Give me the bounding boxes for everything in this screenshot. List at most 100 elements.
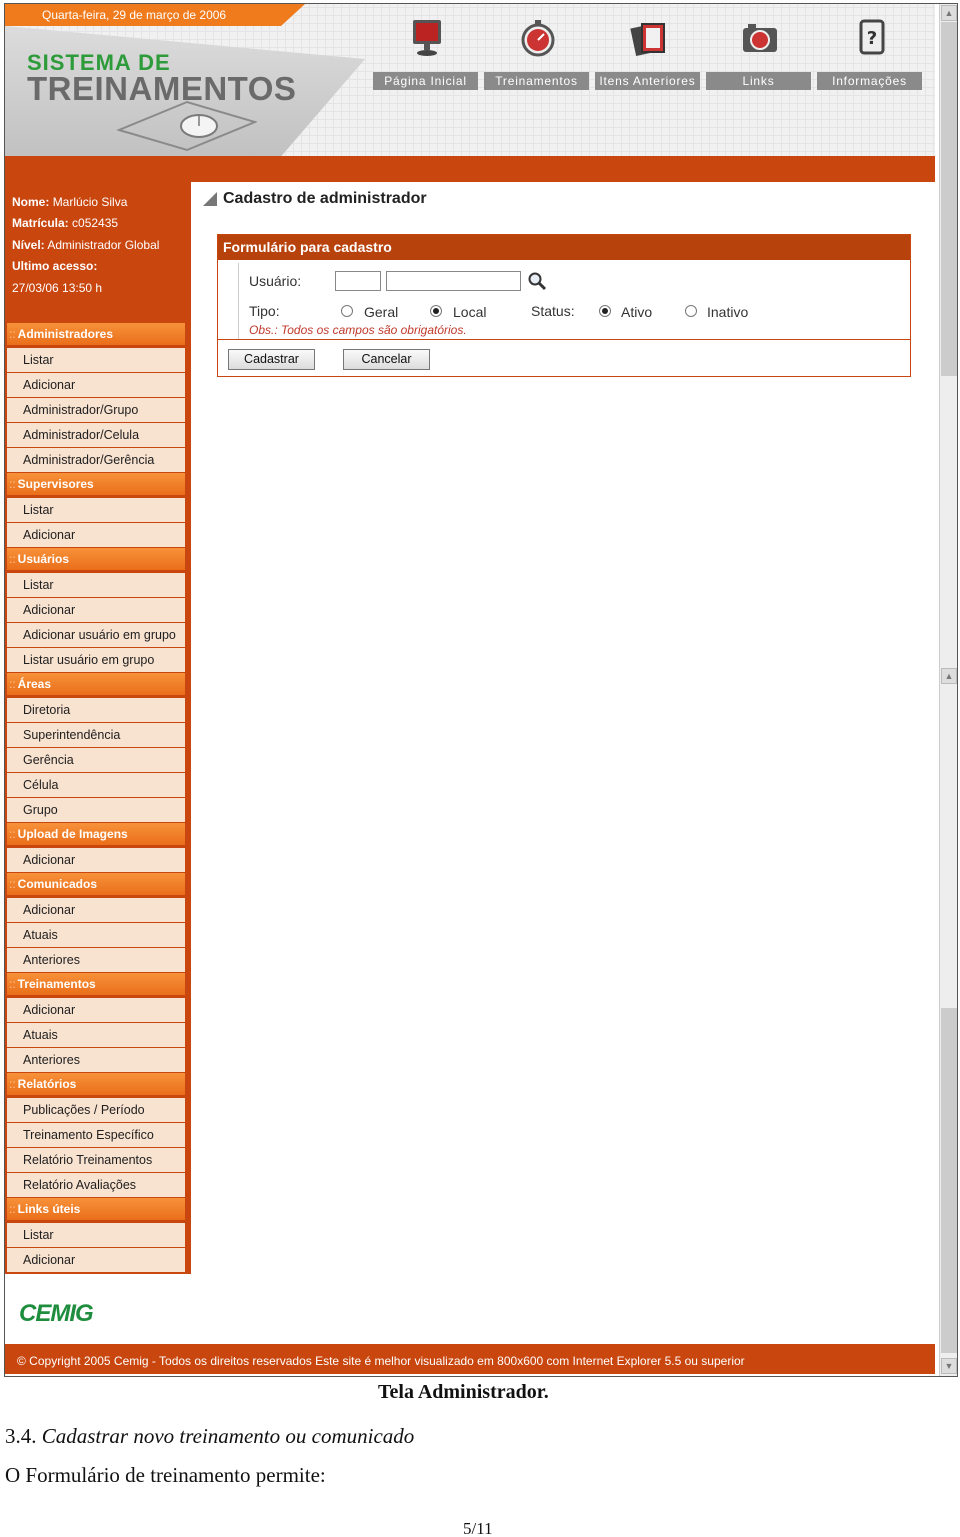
user-name: Marlúcio Silva xyxy=(52,195,128,209)
section-heading: 3.4. Cadastrar novo treinamento ou comun… xyxy=(5,1424,414,1449)
cards-icon xyxy=(630,23,665,56)
section-prefix: :: xyxy=(9,1202,16,1216)
tipo-local-radio[interactable] xyxy=(430,305,442,317)
section-title: Comunicados xyxy=(17,877,98,891)
tipo-label: Tipo: xyxy=(249,303,280,319)
user-id: c052435 xyxy=(72,216,119,231)
sidebar-section-header[interactable]: :: Treinamentos xyxy=(7,973,185,995)
date-strip: Quarta-feira, 29 de março de 2006 xyxy=(5,4,305,26)
sidebar-section-header[interactable]: :: Usuários xyxy=(7,548,185,570)
nav-informacoes[interactable]: ? Informações xyxy=(815,14,926,90)
sidebar-item[interactable]: Adicionar xyxy=(7,1248,185,1272)
sidebar-section-header[interactable]: :: Relatórios xyxy=(7,1073,185,1095)
status-inativo-label[interactable]: Inativo xyxy=(707,304,748,320)
nav-label: Links xyxy=(706,72,811,90)
usuario-code-input[interactable] xyxy=(335,271,381,291)
monitor-icon xyxy=(413,20,441,56)
sidebar-item[interactable]: Listar xyxy=(7,1223,185,1247)
nav-label: Informações xyxy=(817,72,922,90)
cancelar-button[interactable]: Cancelar xyxy=(343,349,430,370)
scroll-up-icon[interactable]: ▲ xyxy=(941,5,957,21)
sidebar-section-header[interactable]: :: Comunicados xyxy=(7,873,185,895)
title-marker-icon xyxy=(203,192,217,206)
user-info: Nome: Marlúcio Silva Matrícula: c052435 … xyxy=(12,192,159,299)
required-fields-note: Obs.: Todos os campos são obrigatórios. xyxy=(249,323,467,337)
form-title: Formulário para cadastro xyxy=(218,235,910,260)
page-number: 5/11 xyxy=(463,1519,493,1537)
sidebar-item[interactable]: Administrador/Gerência xyxy=(7,448,185,472)
scroll-down-icon[interactable]: ▼ xyxy=(941,1358,957,1374)
sidebar-item[interactable]: Diretoria xyxy=(7,698,185,722)
nav-itens-anteriores[interactable]: Itens Anteriores xyxy=(593,14,704,90)
sidebar-item[interactable]: Listar xyxy=(7,348,185,372)
figure-caption: Tela Administrador. xyxy=(378,1381,549,1403)
section-title: Relatórios xyxy=(17,1077,77,1091)
sidebar-item[interactable]: Listar xyxy=(7,573,185,597)
sidebar-item[interactable]: Gerência xyxy=(7,748,185,772)
form-body: Usuário: Tipo: Geral Local Status: Ativo… xyxy=(238,263,906,339)
help-book-icon: ? xyxy=(859,19,885,55)
sidebar-item[interactable]: Superintendência xyxy=(7,723,185,747)
sidebar-item[interactable]: Administrador/Grupo xyxy=(7,398,185,422)
sidebar-item[interactable]: Adicionar xyxy=(7,998,185,1022)
nav-pagina-inicial[interactable]: Página Inicial xyxy=(371,14,482,90)
nav-links[interactable]: Links xyxy=(704,14,815,90)
sidebar-section-header[interactable]: :: Supervisores xyxy=(7,473,185,495)
registration-form: Formulário para cadastro Usuário: Tipo: … xyxy=(217,234,911,377)
section-title: Links úteis xyxy=(17,1202,81,1216)
copyright-text: © Copyright 2005 Cemig - Todos os direit… xyxy=(17,1354,745,1368)
usuario-name-input[interactable] xyxy=(386,271,521,291)
nav-label: Página Inicial xyxy=(373,72,478,90)
sidebar-item[interactable]: Anteriores xyxy=(7,1048,185,1072)
current-date: Quarta-feira, 29 de março de 2006 xyxy=(42,8,227,22)
sidebar-item[interactable]: Célula xyxy=(7,773,185,797)
vertical-scrollbar[interactable]: ▲ ▲ ▼ xyxy=(939,4,957,1376)
sidebar-item[interactable]: Adicionar xyxy=(7,848,185,872)
cadastrar-button[interactable]: Cadastrar xyxy=(228,349,315,370)
nav-treinamentos[interactable]: Treinamentos xyxy=(482,14,593,90)
sidebar-item[interactable]: Grupo xyxy=(7,798,185,822)
sidebar-item[interactable]: Adicionar usuário em grupo xyxy=(7,623,185,647)
sidebar-item[interactable]: Adicionar xyxy=(7,373,185,397)
sidebar-item[interactable]: Adicionar xyxy=(7,598,185,622)
cemig-logo: CEMIG xyxy=(19,1300,94,1327)
status-inativo-radio[interactable] xyxy=(685,305,697,317)
sidebar-item[interactable]: Adicionar xyxy=(7,898,185,922)
status-ativo-label[interactable]: Ativo xyxy=(621,304,652,320)
sidebar-item[interactable]: Relatório Treinamentos xyxy=(7,1148,185,1172)
section-title: Usuários xyxy=(17,552,70,566)
sidebar-section-header[interactable]: :: Upload de Imagens xyxy=(7,823,185,845)
scrollbar-track-lower[interactable] xyxy=(941,1008,957,1353)
sidebar-item[interactable]: Relatório Avaliações xyxy=(7,1173,185,1197)
id-label: Matrícula: xyxy=(12,216,69,231)
nav-label: Treinamentos xyxy=(484,72,589,90)
last-access-label: Ultimo acesso: xyxy=(12,259,98,274)
section-prefix: :: xyxy=(9,677,16,691)
tipo-local-label[interactable]: Local xyxy=(453,304,486,320)
sidebar-item[interactable]: Atuais xyxy=(7,923,185,947)
section-title: Treinamentos xyxy=(17,977,96,991)
svg-text:?: ? xyxy=(867,28,877,49)
sidebar-section-header[interactable]: :: Administradores xyxy=(7,323,185,345)
search-icon[interactable] xyxy=(527,271,547,291)
mouse-icon xyxy=(117,100,257,152)
sidebar-item[interactable]: Treinamento Específico xyxy=(7,1123,185,1147)
sidebar-item[interactable]: Listar usuário em grupo xyxy=(7,648,185,672)
scrollbar-track-upper[interactable] xyxy=(941,22,957,376)
sidebar-section-header[interactable]: :: Links úteis xyxy=(7,1198,185,1220)
last-access-value: 27/03/06 13:50 h xyxy=(12,280,103,295)
status-ativo-radio[interactable] xyxy=(599,305,611,317)
sidebar-item[interactable]: Atuais xyxy=(7,1023,185,1047)
sidebar-item[interactable]: Adicionar xyxy=(7,523,185,547)
section-title: Supervisores xyxy=(17,477,94,491)
tipo-geral-radio[interactable] xyxy=(341,305,353,317)
sidebar-item[interactable]: Administrador/Celula xyxy=(7,423,185,447)
sidebar-section-header[interactable]: :: Áreas xyxy=(7,673,185,695)
sidebar-item[interactable]: Anteriores xyxy=(7,948,185,972)
section-prefix: :: xyxy=(9,552,16,566)
body-paragraph: O Formulário de treinamento permite: xyxy=(5,1463,326,1487)
tipo-geral-label[interactable]: Geral xyxy=(364,304,398,320)
sidebar-item[interactable]: Publicações / Período xyxy=(7,1098,185,1122)
sidebar-item[interactable]: Listar xyxy=(7,498,185,522)
scroll-thumb-icon[interactable]: ▲ xyxy=(941,668,957,684)
